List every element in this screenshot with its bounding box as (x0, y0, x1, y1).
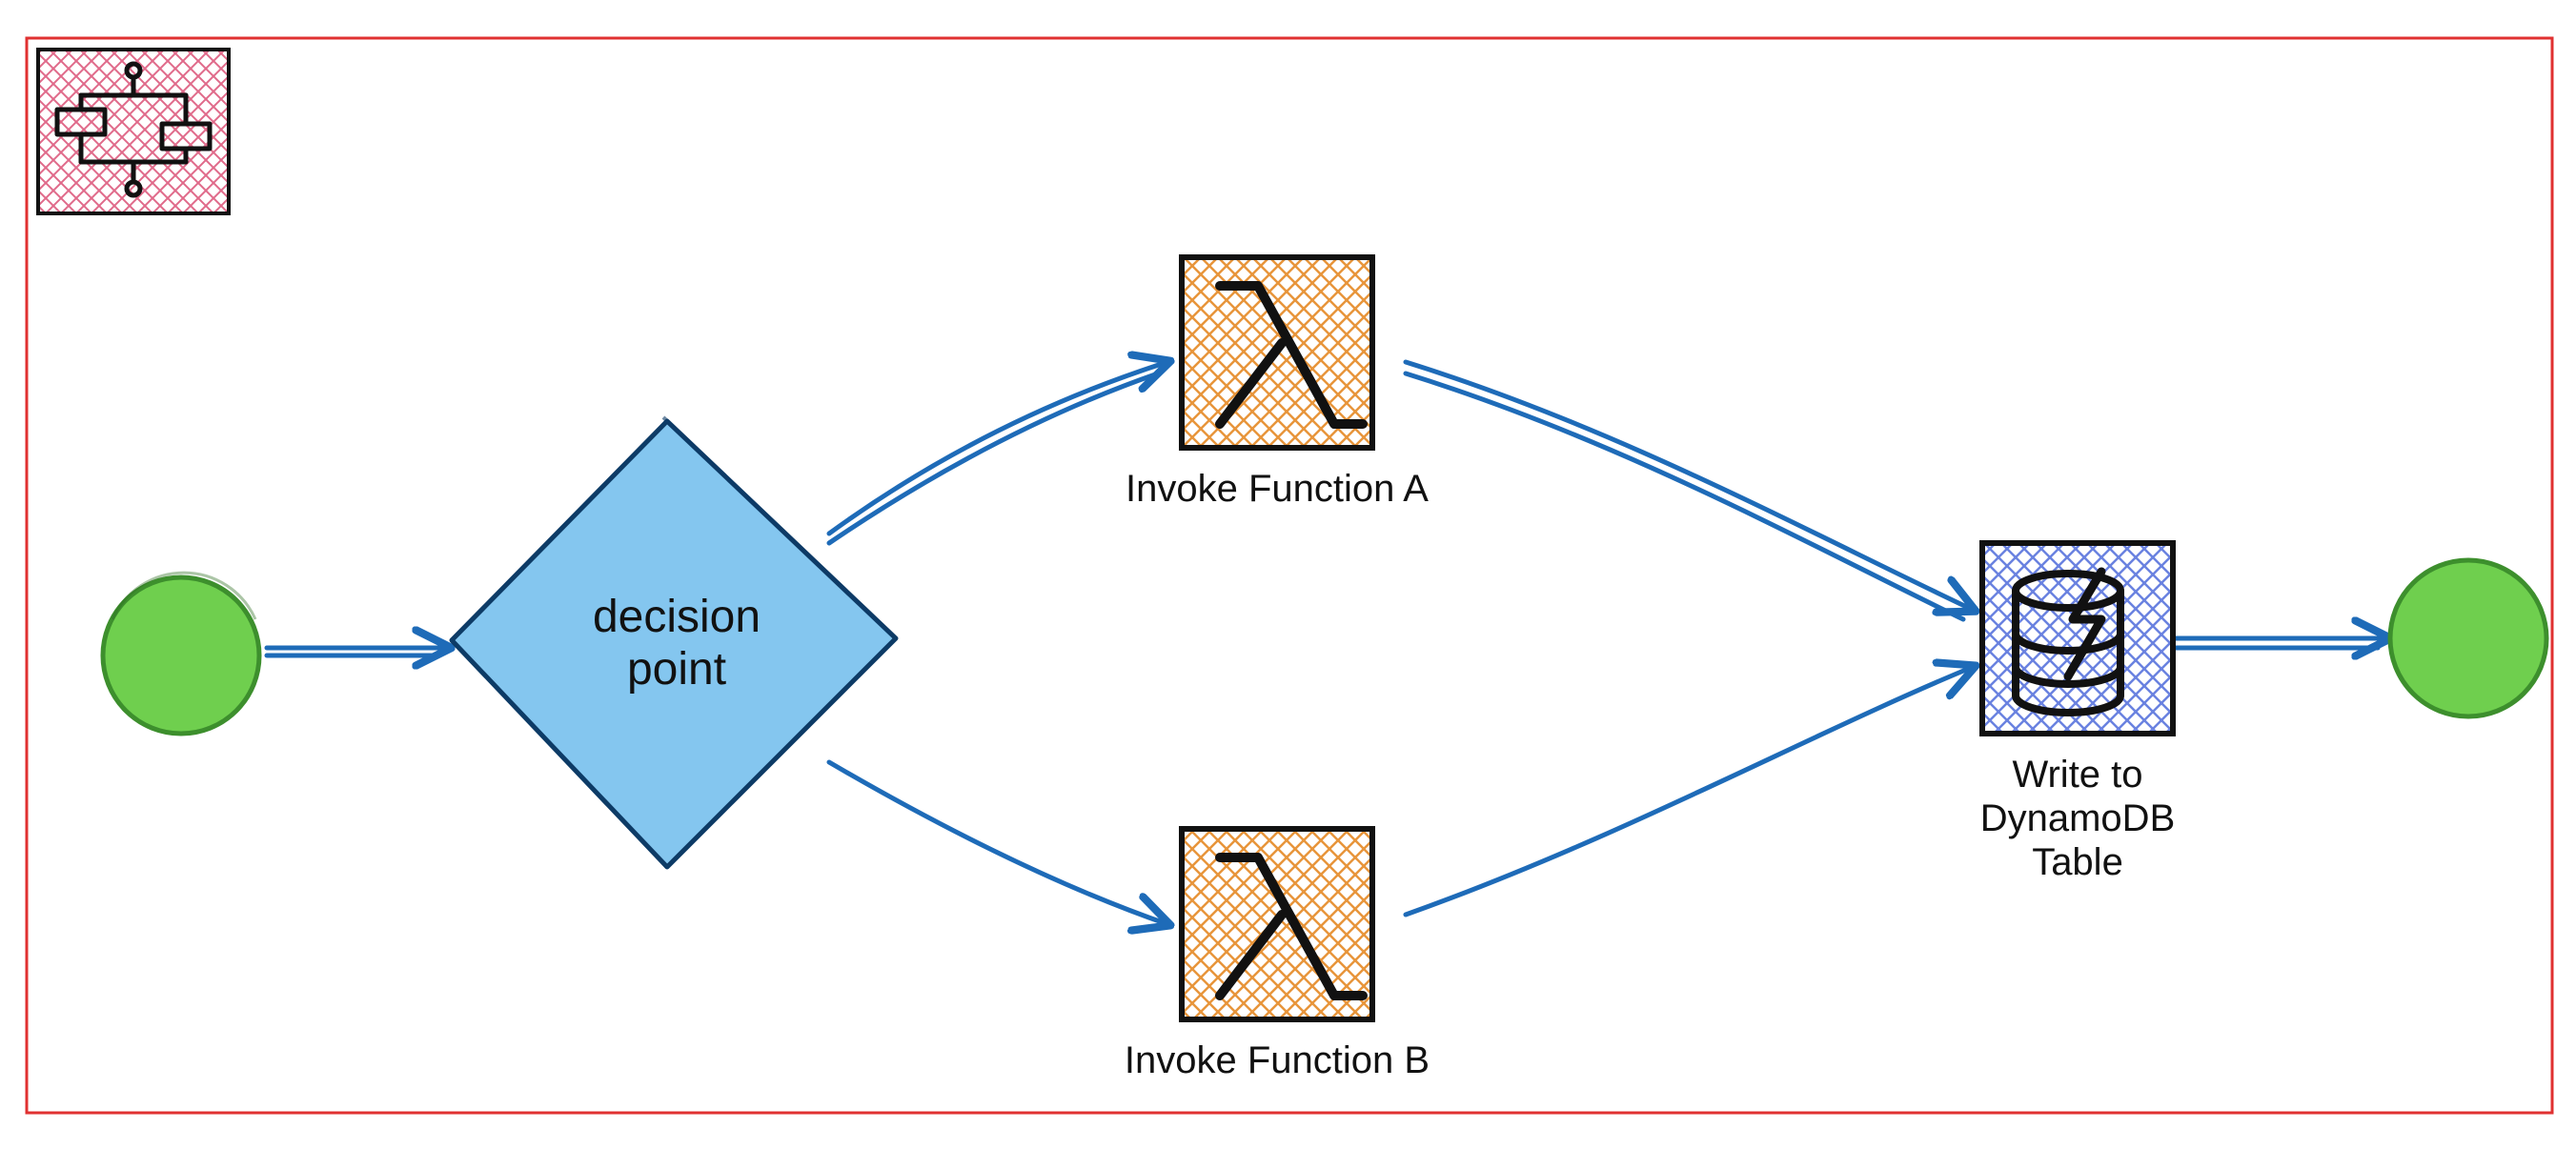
dynamodb-node (1982, 543, 2173, 734)
lambda-a-label: Invoke Function A (1077, 467, 1477, 511)
decision-label: decision point (534, 591, 820, 695)
lambda-b-label: Invoke Function B (1077, 1038, 1477, 1082)
lambda-a-node (1182, 257, 1372, 448)
lambda-b-node (1182, 829, 1372, 1019)
end-node (2390, 560, 2546, 716)
diagram-svg (0, 0, 2576, 1149)
dynamodb-label: Write to DynamoDB Table (1935, 753, 2221, 884)
step-functions-icon (38, 50, 229, 213)
diagram-canvas: decision point Invoke Function A Invoke … (0, 0, 2576, 1149)
start-node (103, 573, 259, 734)
